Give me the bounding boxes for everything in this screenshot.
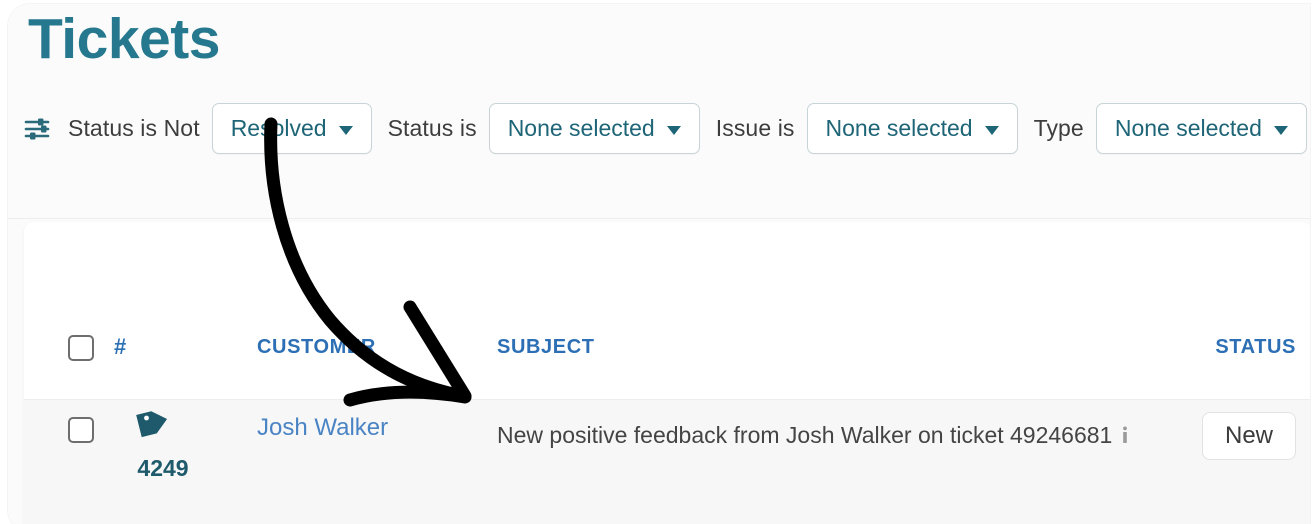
filter-dropdown-value-type: None selected [1114, 115, 1262, 141]
chevron-down-icon [984, 126, 999, 136]
filter-dropdown-status-is-not[interactable]: Resolved [211, 103, 372, 155]
row-select-checkbox[interactable] [68, 417, 94, 443]
filter-label-issue-is: Issue is [715, 115, 795, 142]
tag-icon [136, 408, 224, 443]
filter-label-status-is: Status is [387, 115, 477, 142]
filter-dropdown-status-is[interactable]: None selected [488, 103, 700, 155]
filter-label-status-is-not: Status is Not [68, 115, 200, 142]
column-header-status[interactable]: STATUS [1215, 336, 1296, 359]
page-surface: Tickets Status is Not Resolved Status is… [8, 4, 1310, 524]
filter-status-is-not: Status is Not Resolved [68, 103, 372, 155]
page-title: Tickets [28, 7, 220, 71]
filter-label-type: Type [1033, 115, 1084, 142]
filter-dropdown-value-status-is: None selected [507, 115, 655, 141]
filter-bar: Status is Not Resolved Status is None se… [22, 103, 1310, 155]
filter-dropdown-type[interactable]: None selected [1095, 103, 1307, 155]
status-badge: New [1201, 412, 1296, 460]
chevron-down-icon [666, 126, 681, 136]
row-subject-text: New positive feedback from Josh Walker o… [497, 422, 1113, 448]
tickets-table-card: # CUSTOMER SUBJECT STATUS 4249 Josh Walk… [24, 222, 1310, 524]
filter-dropdown-value-issue-is: None selected [825, 115, 973, 141]
chevron-down-icon [1273, 126, 1288, 136]
row-subject-cell[interactable]: New positive feedback from Josh Walker o… [497, 414, 1177, 458]
column-header-number[interactable]: # [114, 334, 126, 360]
select-all-checkbox[interactable] [68, 335, 94, 361]
filter-dropdown-value-status-is-not: Resolved [230, 115, 327, 141]
filter-dropdown-issue-is[interactable]: None selected [806, 103, 1018, 155]
screenshot-root: Tickets Status is Not Resolved Status is… [0, 0, 1314, 524]
filter-type: Type None selected [1033, 103, 1307, 155]
row-customer-link[interactable]: Josh Walker [257, 414, 388, 442]
page-header: Tickets Status is Not Resolved Status is… [8, 4, 1310, 219]
table-header-row: # CUSTOMER SUBJECT STATUS [24, 222, 1310, 361]
filter-sliders-icon[interactable] [22, 114, 52, 144]
info-icon[interactable] [1118, 416, 1132, 460]
column-header-customer[interactable]: CUSTOMER [257, 336, 376, 359]
row-ticket-number[interactable]: 4249 [114, 455, 212, 482]
row-ticket-number-cell: 4249 [114, 408, 224, 482]
chevron-down-icon [338, 126, 353, 136]
filter-issue-is: Issue is None selected [715, 103, 1018, 155]
column-header-subject[interactable]: SUBJECT [497, 336, 595, 359]
filter-status-is: Status is None selected [387, 103, 700, 155]
table-row[interactable]: 4249 Josh Walker New positive feedback f… [24, 399, 1310, 524]
